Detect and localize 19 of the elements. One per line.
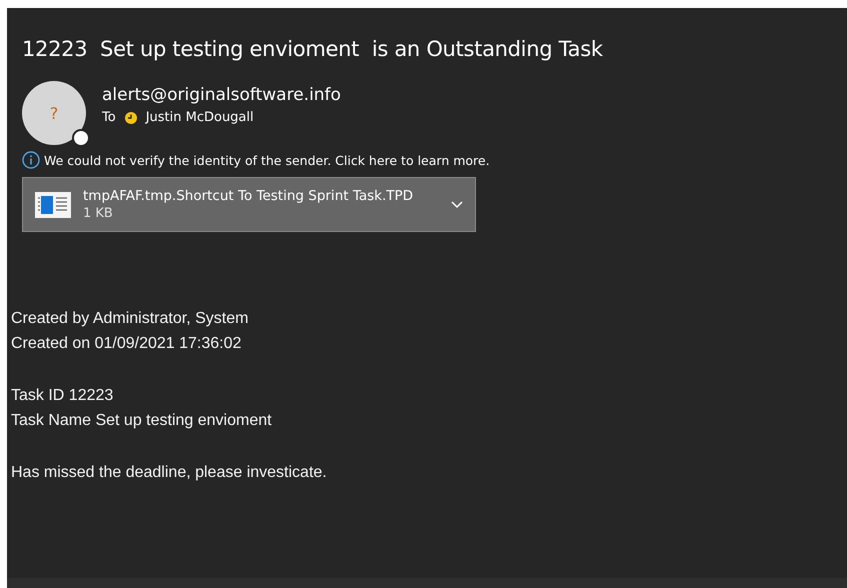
chevron-down-icon[interactable] <box>451 200 463 208</box>
body-text: Has missed the deadline, please investicate. <box>11 464 328 482</box>
clock-icon <box>124 112 137 124</box>
body-text: Created by Administrator, System <box>11 310 250 328</box>
recipient-name[interactable]: Justin McDougall <box>146 110 254 125</box>
sender-avatar: ? <box>22 81 86 145</box>
body-text: Created on 01/09/2021 17:36:02 <box>11 335 242 353</box>
sender-warning[interactable]: We could not verify the identity of the sender. Click here to learn more. <box>44 152 490 168</box>
email-subject: 12223 Set up testing envioment is an Outstanding Task <box>22 37 604 61</box>
body-text: Task ID 12223 <box>11 387 114 405</box>
presence-icon <box>72 129 90 147</box>
attachment-card[interactable]: tmpAFAF.tmp.Shortcut To Testing Sprint Task.TPD 1 KB <box>22 177 476 232</box>
to-label: To <box>102 110 116 125</box>
attachment-name: tmpAFAF.tmp.Shortcut To Testing Sprint Task.TPD <box>83 188 414 204</box>
body-text: Task Name Set up testing envioment <box>11 412 273 430</box>
sender-address: alerts@originalsoftware.info <box>102 85 341 105</box>
document-icon <box>35 192 71 218</box>
attachment-size: 1 KB <box>83 206 114 221</box>
info-icon <box>22 151 40 169</box>
